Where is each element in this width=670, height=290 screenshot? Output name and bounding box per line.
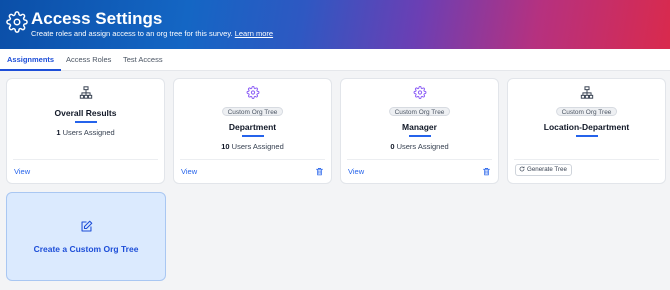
title-underline: [408, 135, 431, 137]
users-assigned-count: 1 Users Assigned: [7, 128, 164, 137]
edit-icon: [81, 220, 93, 232]
learn-more-link[interactable]: Learn more: [235, 29, 273, 38]
card-title: Location-Department: [543, 122, 630, 132]
view-link[interactable]: View: [348, 167, 364, 176]
card-divider: [514, 159, 659, 160]
create-custom-org-tree-label: Create a Custom Org Tree: [33, 244, 139, 254]
card-divider: [13, 159, 158, 160]
generate-tree-button[interactable]: Generate Tree: [515, 164, 572, 176]
gear-icon: [246, 86, 259, 99]
custom-org-tree-badge: Custom Org Tree: [388, 107, 451, 116]
tab-access-roles[interactable]: Access Roles: [66, 49, 111, 71]
assignment-card-overall-results: Overall Results 1 Users Assigned View: [6, 78, 165, 184]
trash-icon[interactable]: [315, 167, 324, 176]
title-underline: [241, 135, 264, 137]
count-value: 10: [221, 142, 230, 151]
create-custom-org-tree-card[interactable]: Create a Custom Org Tree: [6, 192, 166, 281]
subtitle-text: Create roles and assign access to an org…: [31, 29, 233, 38]
card-title: Department: [228, 122, 277, 132]
assignment-card-manager: Custom Org Tree Manager 0 Users Assigned…: [340, 78, 499, 184]
generate-tree-label: Generate Tree: [527, 166, 567, 173]
gear-icon: [6, 11, 28, 33]
count-value: 0: [390, 142, 395, 151]
card-divider: [180, 159, 325, 160]
card-title: Overall Results: [54, 108, 117, 118]
custom-org-tree-badge: Custom Org Tree: [221, 107, 284, 116]
custom-org-tree-badge: Custom Org Tree: [555, 107, 618, 116]
title-underline: [575, 135, 598, 137]
tab-test-access[interactable]: Test Access: [123, 49, 163, 71]
trash-icon[interactable]: [482, 167, 491, 176]
count-label: Users Assigned: [396, 142, 449, 151]
org-tree-icon: [79, 86, 92, 99]
card-title: Manager: [402, 122, 437, 132]
header-banner: Access Settings Create roles and assign …: [0, 0, 670, 49]
page-title: Access Settings: [31, 9, 163, 28]
view-link[interactable]: View: [181, 167, 197, 176]
card-divider: [347, 159, 492, 160]
title-underline: [74, 121, 97, 123]
count-label: Users Assigned: [231, 142, 284, 151]
assignment-card-location-department: Custom Org Tree Location-Department Gene…: [507, 78, 666, 184]
tab-bar: Assignments Access Roles Test Access: [0, 49, 670, 71]
users-assigned-count: 0 Users Assigned: [341, 142, 498, 151]
count-label: Users Assigned: [62, 128, 115, 137]
gear-icon: [413, 86, 426, 99]
assignment-card-department: Custom Org Tree Department 10 Users Assi…: [173, 78, 332, 184]
view-link[interactable]: View: [14, 167, 30, 176]
tab-assignments[interactable]: Assignments: [0, 49, 62, 71]
count-value: 1: [56, 128, 61, 137]
refresh-icon: [519, 166, 525, 172]
page-subtitle: Create roles and assign access to an org…: [31, 29, 273, 38]
users-assigned-count: 10 Users Assigned: [174, 142, 331, 151]
org-tree-icon: [580, 86, 593, 99]
